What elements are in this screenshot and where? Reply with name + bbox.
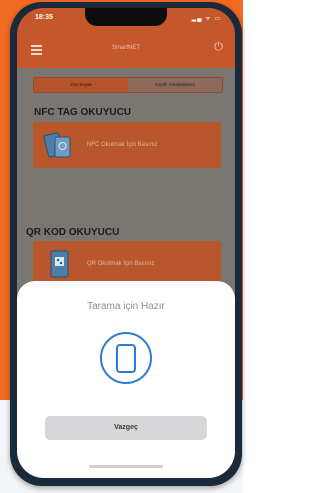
- scan-bottom-sheet: Tarama için Hazır Vazgeç: [17, 281, 235, 478]
- qr-phone-icon: [50, 250, 69, 278]
- nfc-phone-icon: [43, 132, 71, 158]
- tab-bar: Yan Soyak Kayıtlı Arkadaşlarım: [33, 77, 223, 93]
- phone-scan-icon: [100, 332, 152, 384]
- phone-screen: 18:35 ▂▄ ᯤ ▭ SmartNET ⏻ Yan Soyak Kayıtl…: [17, 8, 235, 478]
- nfc-section-title: NFC TAG OKUYUCU: [34, 107, 132, 118]
- phone-frame: 18:35 ▂▄ ᯤ ▭ SmartNET ⏻ Yan Soyak Kayıtl…: [10, 2, 242, 486]
- phone-notch: [85, 8, 167, 26]
- status-icons: ▂▄ ᯤ ▭: [191, 16, 221, 22]
- power-icon[interactable]: ⏻: [214, 41, 223, 54]
- status-time: 18:35: [35, 14, 53, 21]
- qr-section-title: QR KOD OKUYUCU: [26, 227, 120, 238]
- nfc-button-label: NFC Okutmak İçin Basınız: [87, 142, 158, 148]
- nfc-scan-button[interactable]: NFC Okutmak İçin Basınız: [33, 122, 221, 168]
- tab-yan-soyak[interactable]: Yan Soyak: [34, 78, 128, 92]
- home-indicator: [89, 465, 163, 468]
- app-title: SmartNET: [111, 45, 140, 51]
- tab-kayitli-arkadaslarim[interactable]: Kayıtlı Arkadaşlarım: [128, 78, 222, 92]
- cancel-button[interactable]: Vazgeç: [45, 416, 207, 440]
- qr-button-label: QR Okutmak İçin Basınız: [87, 261, 155, 267]
- sheet-title: Tarama için Hazır: [87, 301, 165, 312]
